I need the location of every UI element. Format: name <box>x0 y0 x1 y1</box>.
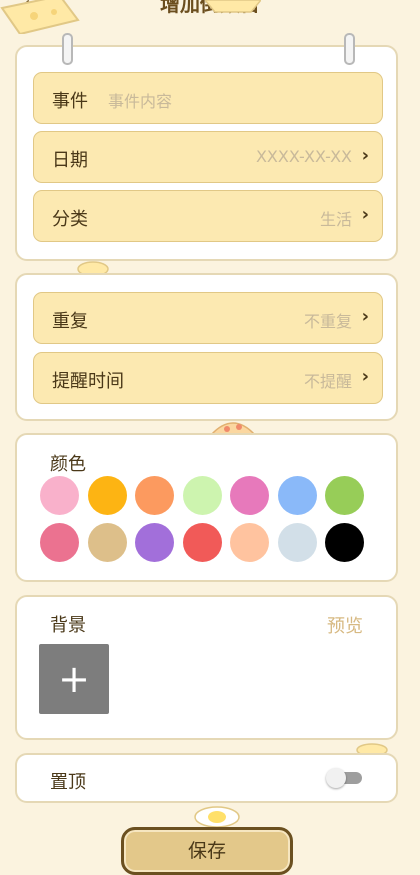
color-swatch[interactable] <box>182 476 222 515</box>
color-label: 颜色 <box>50 454 86 475</box>
cheese-decoration-icon <box>205 0 261 13</box>
background-card: 背景 预览 + <box>15 595 398 740</box>
event-field[interactable]: 事件 事件内容 <box>33 72 383 124</box>
category-label: 分类 <box>52 209 88 230</box>
reminder-value: 不提醒 <box>303 372 352 391</box>
pin-top-card: 置顶 <box>15 753 398 803</box>
color-swatch[interactable] <box>87 523 127 562</box>
color-swatch[interactable] <box>40 476 79 515</box>
repeat-reminder-card: 重复 不重复 › 提醒时间 不提醒 › <box>15 273 398 421</box>
save-label: 保存 <box>187 840 226 862</box>
color-swatch[interactable] <box>277 476 317 515</box>
repeat-label: 重复 <box>52 311 88 332</box>
repeat-value: 不重复 <box>303 312 352 331</box>
egg-decoration-icon <box>194 806 240 827</box>
reminder-label: 提醒时间 <box>52 371 124 392</box>
color-swatch[interactable] <box>182 523 222 562</box>
chevron-right-icon: › <box>361 204 369 225</box>
chevron-right-icon: › <box>361 366 369 387</box>
color-swatch[interactable] <box>135 476 174 515</box>
cheese-decoration-icon <box>0 0 80 34</box>
date-value: XXXX-XX-XX <box>255 147 352 166</box>
reminder-field[interactable]: 提醒时间 不提醒 › <box>33 352 383 404</box>
pin-top-toggle[interactable] <box>326 768 362 788</box>
color-swatch[interactable] <box>277 523 317 562</box>
date-field[interactable]: 日期 XXXX-XX-XX › <box>33 131 383 183</box>
chevron-right-icon: › <box>361 306 369 327</box>
repeat-field[interactable]: 重复 不重复 › <box>33 292 383 344</box>
binder-ring <box>62 33 73 65</box>
category-value: 生活 <box>319 210 352 229</box>
color-swatch[interactable] <box>230 523 269 562</box>
background-label: 背景 <box>50 615 86 636</box>
color-swatch[interactable] <box>325 476 364 515</box>
chevron-right-icon: › <box>361 145 369 166</box>
plus-icon: + <box>58 657 90 701</box>
add-background-button[interactable]: + <box>39 644 109 714</box>
color-swatch[interactable] <box>325 523 364 562</box>
color-swatch[interactable] <box>40 523 79 562</box>
binder-ring <box>344 33 355 65</box>
event-details-card: 事件 事件内容 日期 XXXX-XX-XX › 分类 生活 › <box>15 33 398 261</box>
color-swatch[interactable] <box>135 523 174 562</box>
color-card: 颜色 <box>15 433 398 582</box>
pin-top-label: 置顶 <box>50 772 86 793</box>
event-label: 事件 <box>52 91 88 112</box>
event-input[interactable]: 事件内容 <box>108 88 172 112</box>
preview-link[interactable]: 预览 <box>327 612 363 638</box>
save-button[interactable]: 保存 <box>121 827 293 875</box>
color-swatch[interactable] <box>230 476 269 515</box>
color-swatch[interactable] <box>87 476 127 515</box>
date-label: 日期 <box>52 150 88 171</box>
category-field[interactable]: 分类 生活 › <box>33 190 383 242</box>
